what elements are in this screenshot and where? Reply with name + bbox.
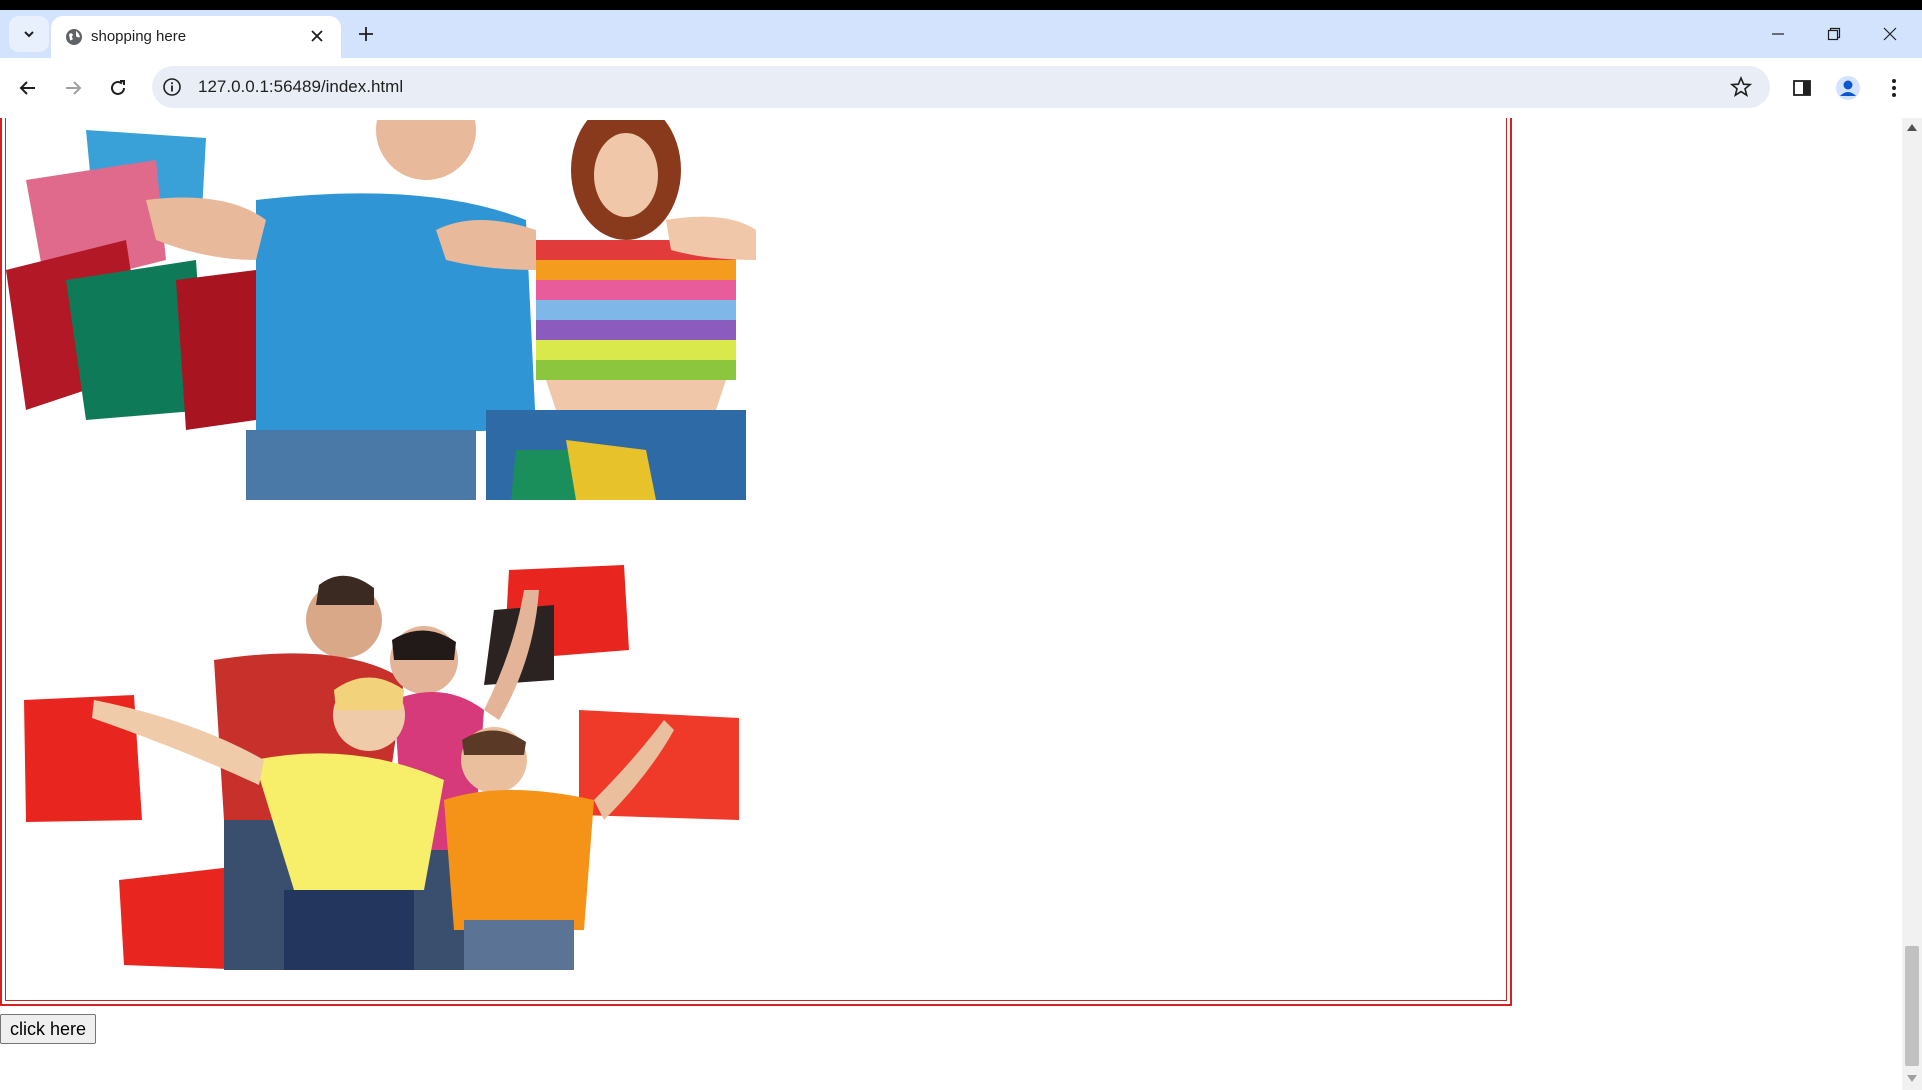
tab-title: shopping here <box>91 28 187 45</box>
menu-button[interactable] <box>1878 72 1910 104</box>
side-panel-icon <box>1793 80 1811 96</box>
shopping-couple-image <box>6 120 766 500</box>
minimize-icon <box>1772 33 1784 35</box>
page-content: click here <box>0 118 1902 1090</box>
close-icon <box>311 30 323 42</box>
plus-icon <box>359 27 373 41</box>
globe-icon <box>66 29 82 45</box>
tab-close-button[interactable] <box>305 24 329 48</box>
bookmark-star-icon[interactable] <box>1730 76 1752 98</box>
close-icon <box>1883 27 1897 41</box>
arrow-right-icon <box>66 81 82 95</box>
tab-search-button[interactable] <box>9 16 49 52</box>
side-panel-button[interactable] <box>1786 72 1818 104</box>
address-bar[interactable]: 127.0.0.1:56489/index.html <box>152 66 1770 108</box>
info-icon <box>163 78 181 96</box>
browser-toolbar: 127.0.0.1:56489/index.html <box>0 58 1922 119</box>
shopping-family-image <box>24 550 744 970</box>
tab-strip: shopping here <box>0 10 1922 58</box>
reload-button[interactable] <box>102 72 134 104</box>
restore-button[interactable] <box>1806 10 1862 58</box>
scroll-up-arrow-icon[interactable] <box>1907 124 1917 131</box>
back-button[interactable] <box>12 72 44 104</box>
url-text: 127.0.0.1:56489/index.html <box>198 77 404 96</box>
forward-button[interactable] <box>57 72 89 104</box>
reload-icon <box>111 80 125 95</box>
avatar-icon <box>1836 76 1860 100</box>
profile-button[interactable] <box>1832 72 1864 104</box>
bordered-container <box>0 118 1512 1006</box>
vertical-scrollbar[interactable] <box>1902 118 1922 1090</box>
new-tab-button[interactable] <box>352 20 380 48</box>
tab-active[interactable]: shopping here <box>51 16 341 58</box>
click-here-button[interactable]: click here <box>0 1014 97 1044</box>
scrollbar-thumb[interactable] <box>1905 946 1919 1066</box>
window-top-edge <box>0 0 1922 10</box>
close-window-button[interactable] <box>1862 10 1918 58</box>
chevron-down-icon <box>24 31 34 38</box>
scroll-down-arrow-icon[interactable] <box>1907 1075 1917 1082</box>
minimize-button[interactable] <box>1750 10 1806 58</box>
arrow-left-icon <box>19 81 35 95</box>
kebab-menu-icon <box>1892 79 1896 97</box>
restore-icon <box>1827 27 1841 41</box>
